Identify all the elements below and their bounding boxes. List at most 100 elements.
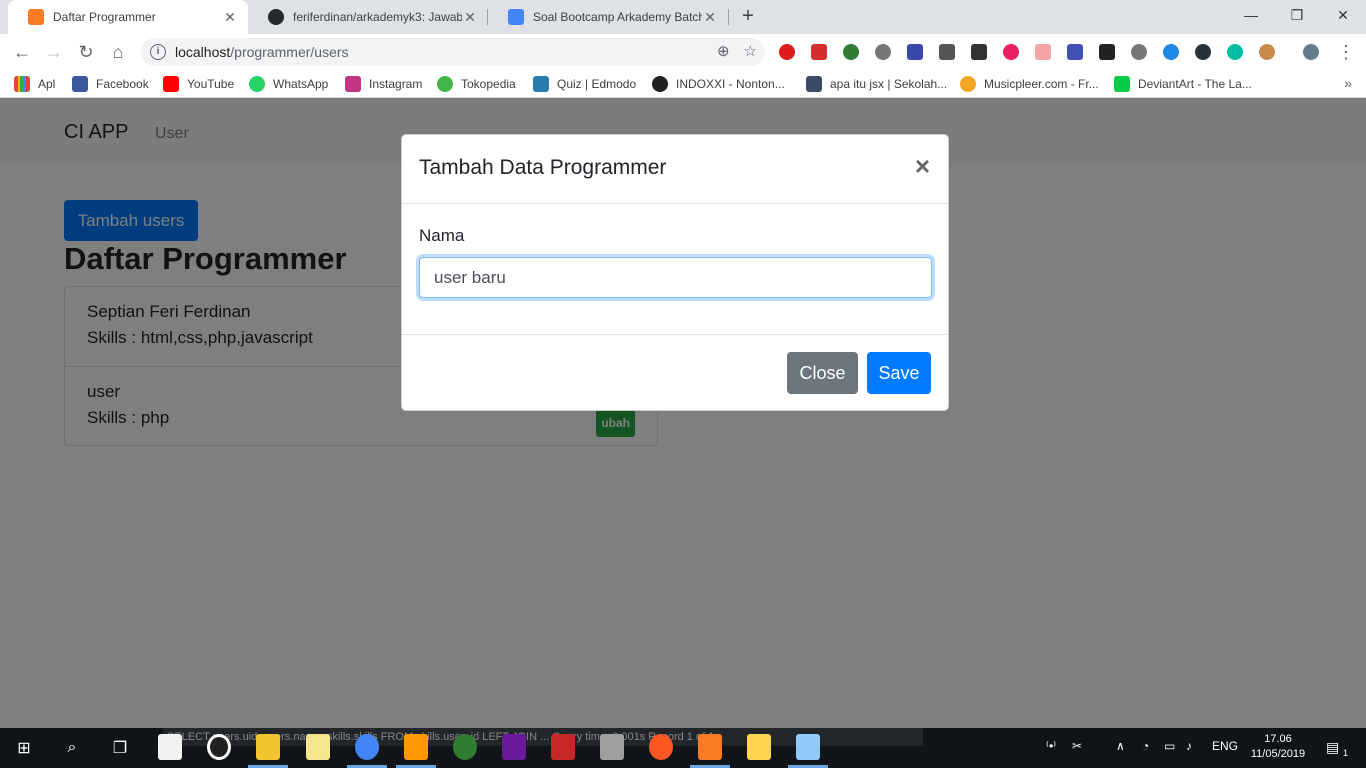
facebook-icon xyxy=(72,76,88,92)
restore-icon[interactable]: ❐ xyxy=(1274,0,1320,30)
apps-grid-icon xyxy=(14,76,30,92)
bookmark-sekolah[interactable]: apa itu jsx | Sekolah... xyxy=(806,76,947,92)
reload-icon[interactable]: ↻ xyxy=(74,40,98,64)
bookmark-label: INDOXXI - Nonton... xyxy=(676,77,785,91)
postman-icon[interactable] xyxy=(649,734,673,760)
browser-toolbar: ← → ↻ ⌂ i localhost/programmer/users ⊕ ☆… xyxy=(0,34,1366,70)
infinity-extension-icon[interactable] xyxy=(1131,44,1147,60)
bookmark-apps[interactable]: Apl xyxy=(14,76,55,92)
bookmark-label: Facebook xyxy=(96,77,149,91)
back-icon[interactable]: ← xyxy=(10,40,34,64)
xampp-icon[interactable] xyxy=(698,734,722,760)
clock-time: 17.06 xyxy=(1264,733,1292,745)
paint-app-icon[interactable] xyxy=(796,734,820,760)
opera-extension-icon[interactable] xyxy=(779,44,795,60)
bookmark-whatsapp[interactable]: WhatsApp xyxy=(249,76,328,92)
yellow-app-icon[interactable] xyxy=(747,734,771,760)
bookmark-star-icon[interactable]: ☆ xyxy=(744,42,757,60)
filezilla-icon[interactable] xyxy=(551,734,575,760)
sticky-notes-icon[interactable] xyxy=(306,734,330,760)
close-icon[interactable]: × xyxy=(915,152,930,180)
zoom-icon[interactable]: ⊕ xyxy=(717,42,730,60)
site-info-icon[interactable]: i xyxy=(150,44,166,60)
new-extension-icon[interactable] xyxy=(1195,44,1211,60)
store-app-icon[interactable] xyxy=(158,734,182,760)
chevron-up-icon[interactable]: ∧ xyxy=(1116,739,1125,753)
indoxxi-icon xyxy=(652,76,668,92)
bookmark-instagram[interactable]: Instagram xyxy=(345,76,422,92)
profile-avatar[interactable] xyxy=(1303,44,1319,60)
more-bookmarks-icon[interactable]: » xyxy=(1344,75,1352,91)
bookmark-edmodo[interactable]: Quiz | Edmodo xyxy=(533,76,636,92)
bookmark-label: DeviantArt - The La... xyxy=(1138,77,1252,91)
edmodo-icon xyxy=(533,76,549,92)
mask-extension-icon[interactable] xyxy=(1099,44,1115,60)
forward-icon[interactable]: → xyxy=(42,40,66,64)
bookmark-facebook[interactable]: Facebook xyxy=(72,76,149,92)
minimize-icon[interactable]: — xyxy=(1228,0,1274,30)
language-indicator[interactable]: ENG xyxy=(1212,739,1238,753)
volume-icon[interactable]: ♪ xyxy=(1186,739,1192,753)
tab-title: feriferdinan/arkademyk3: Jawaba xyxy=(293,10,462,24)
close-tab-icon[interactable]: ✕ xyxy=(462,9,478,26)
modal-footer: Close Save xyxy=(402,335,948,410)
tab-github[interactable]: feriferdinan/arkademyk3: Jawaba ✕ xyxy=(248,0,488,34)
bookmark-youtube[interactable]: YouTube xyxy=(163,76,234,92)
page-extension-icon[interactable] xyxy=(1035,44,1051,60)
sublime-text-icon[interactable] xyxy=(404,734,428,760)
move-extension-icon[interactable] xyxy=(939,44,955,60)
color-extension-icon[interactable] xyxy=(1003,44,1019,60)
name-input[interactable] xyxy=(419,257,932,298)
url-host: localhost xyxy=(175,44,231,60)
tab-daftar-programmer[interactable]: Daftar Programmer ✕ xyxy=(8,0,248,34)
gear-extension-icon[interactable] xyxy=(875,44,891,60)
cookie-extension-icon[interactable] xyxy=(1259,44,1275,60)
search-icon[interactable]: ⌕ xyxy=(60,736,84,760)
menu-icon[interactable]: ⋮ xyxy=(1334,40,1358,64)
new-tab-icon[interactable]: + xyxy=(737,5,759,27)
file-explorer-icon[interactable] xyxy=(256,734,280,760)
tab-title: Daftar Programmer xyxy=(53,10,156,24)
instagram-icon xyxy=(345,76,361,92)
chrome-app-icon[interactable] xyxy=(355,734,379,760)
network-tray-icon[interactable]: ⁽•⁾ xyxy=(1046,739,1056,753)
close-tab-icon[interactable]: ✕ xyxy=(702,9,718,26)
media-app-icon[interactable] xyxy=(207,734,231,760)
php-extension-icon[interactable] xyxy=(1067,44,1083,60)
wifi-icon[interactable]: ◔ xyxy=(1142,739,1149,753)
windows-start-icon[interactable]: ⊞ xyxy=(12,736,36,760)
earth-extension-icon[interactable] xyxy=(843,44,859,60)
robot-app-icon[interactable] xyxy=(600,734,624,760)
bookmarks-bar: Apl Facebook YouTube WhatsApp Instagram … xyxy=(0,70,1366,98)
battery-icon[interactable]: ▭ xyxy=(1164,739,1175,753)
m-extension-icon[interactable] xyxy=(1227,44,1243,60)
address-bar[interactable]: i localhost/programmer/users ⊕ ☆ xyxy=(141,38,765,66)
bookmark-tokopedia[interactable]: Tokopedia xyxy=(437,76,516,92)
bookmark-label: YouTube xyxy=(187,77,235,91)
dolphin-app-icon[interactable] xyxy=(502,734,526,760)
tools-tray-icon[interactable]: ✂ xyxy=(1072,739,1082,753)
task-view-icon[interactable]: ❐ xyxy=(108,736,132,760)
close-window-icon[interactable]: ✕ xyxy=(1320,0,1366,30)
page-content: CI APP User Tambah users Daftar Programm… xyxy=(0,98,1366,728)
close-button[interactable]: Close xyxy=(787,352,858,394)
tab-google-docs[interactable]: Soal Bootcamp Arkademy Batch ✕ xyxy=(488,0,728,34)
internet-download-icon[interactable] xyxy=(453,734,477,760)
tab-separator xyxy=(728,9,729,25)
save-button[interactable]: Save xyxy=(867,352,931,394)
notifications-icon[interactable]: ▤ xyxy=(1326,739,1339,756)
url-path: /programmer/users xyxy=(230,44,349,60)
home-icon[interactable]: ⌂ xyxy=(106,40,130,64)
bookmark-label: Apl xyxy=(38,77,56,91)
pipette-extension-icon[interactable] xyxy=(971,44,987,60)
grid-extension-icon[interactable] xyxy=(907,44,923,60)
bookmark-indoxxi[interactable]: INDOXXI - Nonton... xyxy=(652,76,785,92)
deviantart-icon xyxy=(1114,76,1130,92)
modal-title: Tambah Data Programmer xyxy=(419,156,667,179)
system-clock[interactable]: 17.06 11/05/2019 xyxy=(1248,732,1308,762)
info-extension-icon[interactable] xyxy=(1163,44,1179,60)
youtube-extension-icon[interactable] xyxy=(811,44,827,60)
close-tab-icon[interactable]: ✕ xyxy=(222,9,238,26)
bookmark-deviantart[interactable]: DeviantArt - The La... xyxy=(1114,76,1252,92)
bookmark-musicpleer[interactable]: Musicpleer.com - Fr... xyxy=(960,76,1099,92)
